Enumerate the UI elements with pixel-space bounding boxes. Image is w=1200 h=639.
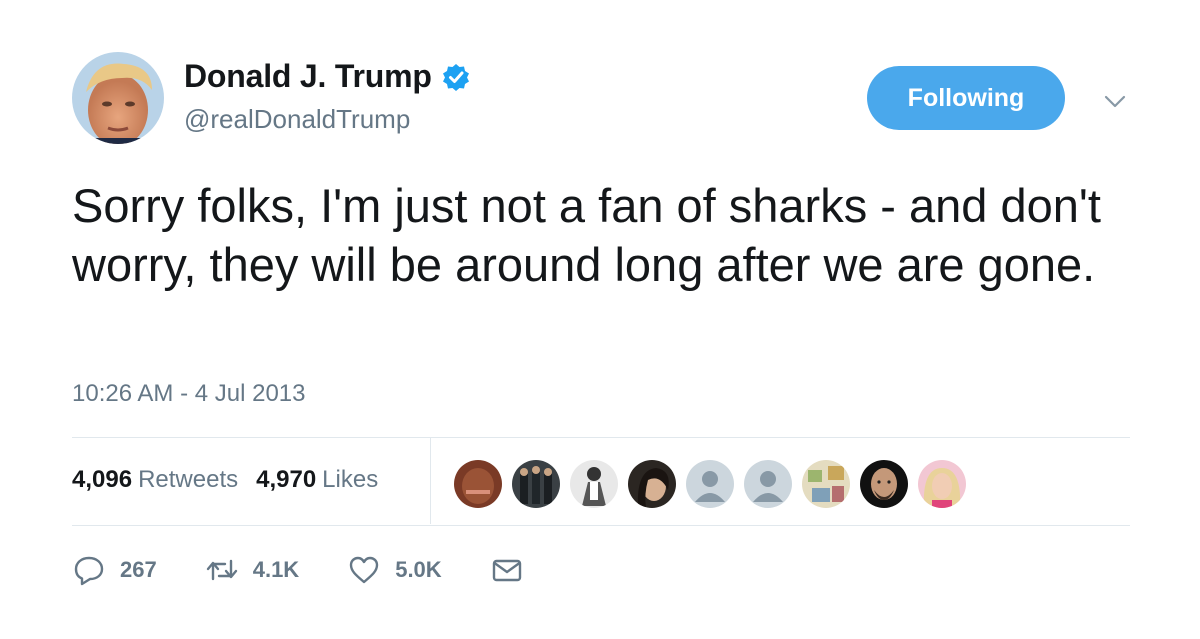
retweet-count: 4.1K xyxy=(252,557,300,582)
liker-avatar[interactable] xyxy=(452,458,504,510)
verified-badge-icon xyxy=(442,63,470,91)
liker-avatar[interactable] xyxy=(568,458,620,510)
tweet-text: Sorry folks, I'm just not a fan of shark… xyxy=(72,179,1101,291)
liker-avatar[interactable] xyxy=(510,458,562,510)
divider-top xyxy=(72,437,1130,438)
likes-label: Likes xyxy=(322,466,379,493)
default-avatar-icon[interactable] xyxy=(742,458,794,510)
name-row: Donald J. Trump xyxy=(184,58,470,95)
liker-avatar[interactable] xyxy=(626,458,678,510)
retweet-button[interactable]: 4.1K xyxy=(205,553,299,587)
engagement-stats: 4,096 Retweets 4,970 Likes xyxy=(72,466,378,494)
like-button[interactable]: 5.0K xyxy=(347,553,442,587)
liker-avatar[interactable] xyxy=(800,458,852,510)
likes-stat[interactable]: 4,970 Likes xyxy=(256,466,378,494)
user-handle[interactable]: @realDonaldTrump xyxy=(184,104,410,135)
stats-divider xyxy=(430,438,431,524)
display-name[interactable]: Donald J. Trump xyxy=(184,58,432,95)
reply-icon xyxy=(74,556,104,586)
chevron-down-icon[interactable] xyxy=(1102,88,1128,114)
retweets-stat[interactable]: 4,096 Retweets xyxy=(72,466,238,494)
reply-button[interactable]: 267 xyxy=(72,553,157,587)
liker-avatar[interactable] xyxy=(858,458,910,510)
action-bar: 267 4.1K 5.0K xyxy=(72,550,572,590)
envelope-icon xyxy=(492,559,521,582)
retweets-count: 4,096 xyxy=(72,466,133,493)
like-count: 5.0K xyxy=(395,557,442,582)
divider-bottom xyxy=(72,525,1130,526)
following-button[interactable]: Following xyxy=(867,66,1065,130)
likes-count: 4,970 xyxy=(256,466,317,493)
retweets-label: Retweets xyxy=(138,466,239,493)
profile-avatar[interactable] xyxy=(72,52,164,144)
tweet-card: Donald J. Trump @realDonaldTrump Followi… xyxy=(0,0,1200,639)
direct-message-button[interactable] xyxy=(490,553,524,587)
heart-icon xyxy=(350,556,379,584)
default-avatar-icon[interactable] xyxy=(684,458,736,510)
reply-count: 267 xyxy=(120,557,157,582)
liker-avatars xyxy=(452,458,974,510)
retweet-icon xyxy=(206,559,237,581)
tweet-timestamp[interactable]: 10:26 AM - 4 Jul 2013 xyxy=(72,380,305,408)
liker-avatar[interactable] xyxy=(916,458,968,510)
